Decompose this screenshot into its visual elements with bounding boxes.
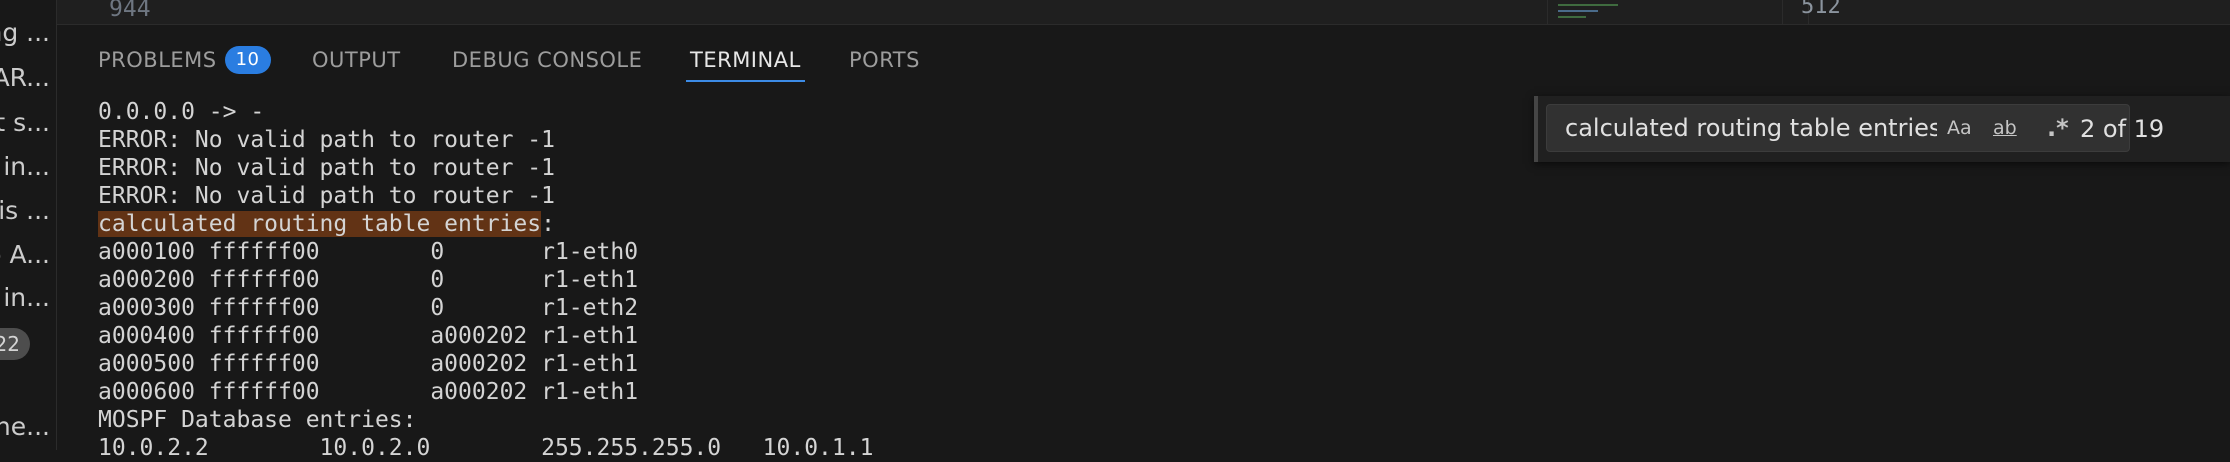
sidebar-item[interactable]: in... — [3, 152, 50, 181]
search-match-highlight: calculated routing table entries — [98, 211, 542, 237]
sidebar-item[interactable]: in... — [3, 283, 50, 312]
whole-word-button[interactable]: ab — [1993, 113, 2017, 143]
match-count: 2 of 19 — [2080, 115, 2165, 143]
sidebar-item[interactable]: is ... — [0, 196, 50, 225]
terminal-line: a000300 ffffff00 0 r1-eth2 — [98, 295, 639, 321]
tab-label: PORTS — [849, 48, 920, 72]
editor-area[interactable]: 944 512 — [57, 0, 2230, 25]
find-widget: calculated routing table entries Aa ab .… — [1534, 96, 2230, 162]
sidebar-item[interactable]: o A... — [0, 240, 50, 269]
terminal-line: 10.0.2.2 10.0.2.0 255.255.255.0 10.0.1.1 — [98, 435, 874, 461]
terminal-line: a000400 ffffff00 a000202 r1-eth1 — [98, 323, 639, 349]
sidebar-item[interactable]: ng ... — [0, 18, 50, 47]
secondary-line-number: 512 — [1782, 0, 1891, 24]
active-tab-indicator — [686, 80, 805, 82]
minimap[interactable] — [1547, 0, 1809, 24]
terminal-line: a000100 ffffff00 0 r1-eth0 — [98, 239, 639, 265]
terminal-line-match: calculated routing table entries: — [98, 210, 2230, 238]
tab-output[interactable]: OUTPUT — [312, 40, 401, 84]
tab-label: DEBUG CONSOLE — [452, 48, 643, 72]
match-case-button[interactable]: Aa — [1947, 113, 1972, 143]
tab-label: PROBLEMS — [98, 48, 217, 72]
regex-button[interactable]: .* — [2047, 113, 2069, 143]
terminal-line: a000500 ffffff00 a000202 r1-eth1 — [98, 351, 639, 377]
terminal-line: ERROR: No valid path to router -1 — [98, 183, 555, 209]
tab-problems[interactable]: PROBLEMS 10 — [98, 40, 271, 84]
line-number: 944 — [109, 0, 151, 22]
find-input-value: calculated routing table entries — [1565, 114, 1937, 142]
sidebar-item[interactable]: the... — [0, 412, 50, 441]
find-input[interactable]: calculated routing table entries Aa ab .… — [1546, 104, 2130, 152]
terminal-line-suffix: : — [541, 211, 555, 237]
tab-label: TERMINAL — [690, 48, 801, 72]
tab-debug-console[interactable]: DEBUG CONSOLE — [452, 40, 642, 84]
sidebar-item[interactable]: t s... — [0, 108, 50, 137]
tab-terminal[interactable]: TERMINAL — [686, 40, 805, 84]
sidebar-count-badge: 22 — [0, 328, 30, 360]
explorer-sidebar: ng ... AR... t s... in... is ... o A... … — [0, 0, 57, 450]
problems-count-badge: 10 — [224, 46, 271, 74]
terminal-line: a000600 ffffff00 a000202 r1-eth1 — [98, 379, 639, 405]
tab-label: OUTPUT — [312, 48, 401, 72]
tab-ports[interactable]: PORTS — [849, 40, 920, 84]
terminal-line: a000200 ffffff00 0 r1-eth1 — [98, 267, 639, 293]
terminal-line: MOSPF Database entries: — [98, 407, 417, 433]
sidebar-item[interactable]: AR... — [0, 63, 50, 92]
